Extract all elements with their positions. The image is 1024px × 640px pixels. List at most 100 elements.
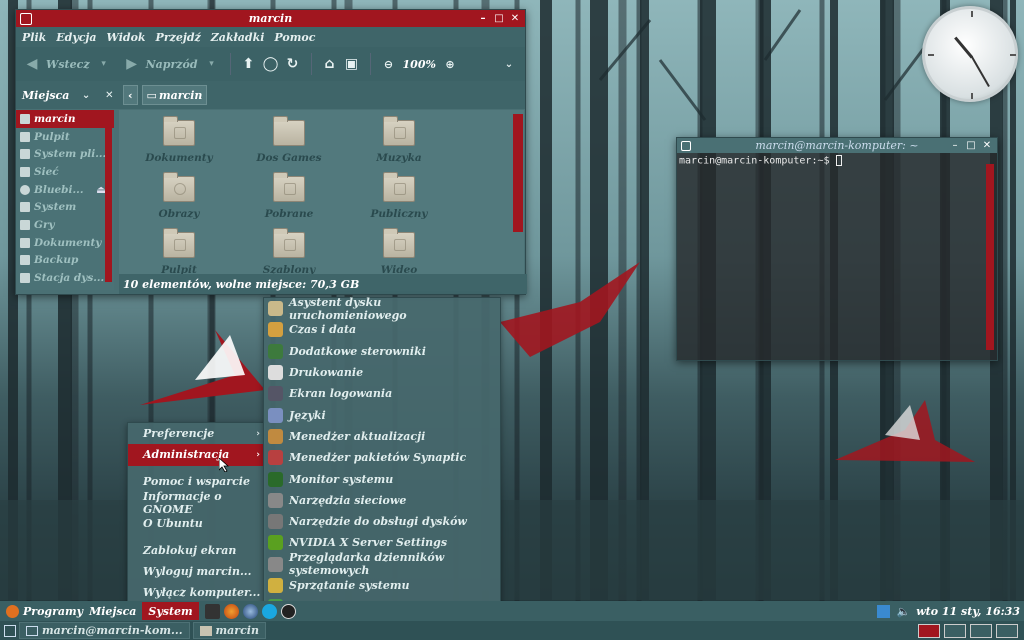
reload-icon[interactable]: ↻ — [285, 56, 301, 72]
folder-item[interactable]: Obrazy — [134, 172, 224, 220]
submenu-item[interactable]: Narzędzie do obsługi dysków — [264, 511, 500, 532]
folder-item[interactable]: Szablony — [244, 228, 334, 276]
sidebar-item-games[interactable]: Gry — [16, 216, 114, 234]
chevron-down-icon[interactable]: ▾ — [96, 56, 112, 72]
sidebar-scrollbar[interactable] — [105, 114, 112, 282]
sidebar-item-desktop[interactable]: Pulpit — [16, 128, 114, 146]
sidebar-item-backup[interactable]: Backup — [16, 252, 114, 270]
network-icon[interactable] — [877, 604, 891, 618]
folder-item[interactable]: Wideo — [354, 228, 444, 276]
maximize-icon[interactable]: □ — [964, 139, 978, 153]
menu-bookmarks[interactable]: Zakładki — [211, 31, 265, 44]
sidebar-item-bluebird[interactable]: Bluebi... ⏏ — [16, 181, 114, 199]
menu-item-administration[interactable]: Administracja › — [128, 444, 265, 466]
clock-widget[interactable] — [922, 6, 1018, 102]
submenu-item[interactable]: Dodatkowe sterowniki — [264, 341, 500, 362]
close-icon[interactable]: ✕ — [508, 12, 522, 26]
submenu-item[interactable]: Przeglądarka dzienników systemowych — [264, 551, 500, 577]
maximize-icon[interactable]: □ — [492, 12, 506, 26]
location-bar: Miejsca ⌄ ✕ ‹ ▭ marcin — [16, 81, 525, 109]
terminal-output[interactable]: marcin@marcin-komputer:~$ — [677, 153, 997, 169]
menu-item-about-ubuntu[interactable]: O Ubuntu — [128, 513, 265, 534]
zoom-out-icon[interactable]: ⊖ — [381, 56, 397, 72]
sidebar-item-system[interactable]: System — [16, 198, 114, 216]
submenu-item[interactable]: Monitor systemu — [264, 468, 500, 489]
applications-menu[interactable]: Programy — [6, 604, 83, 618]
computer-icon[interactable]: ▣ — [344, 56, 360, 72]
workspace-4[interactable] — [996, 623, 1018, 638]
folder-item[interactable]: Pulpit — [134, 228, 224, 276]
sidebar-item-floppy[interactable]: Stacja dys... — [16, 269, 114, 287]
menu-item-lock-screen[interactable]: Zablokuj ekran — [128, 539, 265, 560]
folder-item[interactable]: Dos Games — [244, 116, 334, 164]
folder-icon — [199, 625, 212, 636]
sidebar-item-filesystem[interactable]: System pli... — [16, 145, 114, 163]
system-menu-button[interactable]: System — [142, 602, 199, 620]
close-icon[interactable]: ✕ — [103, 87, 116, 103]
terminal-launcher-icon[interactable] — [204, 603, 220, 619]
system-menu: Preferencje › Administracja › Pomoc i wspa… — [127, 422, 266, 604]
menu-edit[interactable]: Edycja — [56, 31, 96, 44]
file-manager-titlebar[interactable]: marcin – □ ✕ — [16, 10, 525, 27]
panel-clock[interactable]: wto 11 sty, 16:33 — [916, 605, 1020, 618]
minimize-icon[interactable]: – — [476, 12, 490, 26]
breadcrumb-home-button[interactable]: ▭ marcin — [141, 85, 208, 105]
submenu-item[interactable]: Asystent dysku uruchomieniowego — [264, 296, 500, 322]
workspace-2[interactable] — [944, 623, 966, 638]
submenu-item[interactable]: Menedżer pakietów Synaptic — [264, 447, 500, 468]
task-terminal[interactable]: marcin@marcin-kom... — [19, 622, 190, 639]
submenu-item[interactable]: Sprzątanie systemu — [264, 575, 500, 596]
workspace-3[interactable] — [970, 623, 992, 638]
home-folder-icon[interactable]: ⌂ — [322, 56, 338, 72]
sidebar-item-documents[interactable]: Dokumenty — [16, 234, 114, 252]
app-icon — [268, 492, 283, 508]
zoom-in-icon[interactable]: ⊕ — [442, 56, 458, 72]
folder-item[interactable]: Pobrane — [244, 172, 334, 220]
forward-button[interactable]: Naprzód — [146, 58, 198, 71]
file-view-scrollbar[interactable] — [513, 114, 523, 232]
up-arrow-icon[interactable]: ⬆ — [241, 56, 257, 72]
folder-icon — [273, 116, 305, 146]
sidebar-item-marcin[interactable]: marcin — [16, 110, 114, 128]
places-menu[interactable]: Miejsca — [89, 605, 136, 618]
submenu-item[interactable]: Narzędzia sieciowe — [264, 490, 500, 511]
folder-item[interactable]: Muzyka — [354, 116, 444, 164]
sidebar-item-network[interactable]: Sieć — [16, 163, 114, 181]
menu-file[interactable]: Plik — [22, 31, 46, 44]
places-label[interactable]: Miejsca — [22, 89, 69, 102]
close-icon[interactable]: ✕ — [980, 139, 994, 153]
volume-icon[interactable]: 🔈 — [896, 605, 910, 618]
submenu-item[interactable]: Ekran logowania — [264, 383, 500, 404]
breadcrumb-back-button[interactable]: ‹ — [123, 85, 138, 105]
administration-submenu: Asystent dysku uruchomieniowego Czas i da… — [263, 296, 501, 640]
show-desktop-icon[interactable] — [4, 624, 16, 637]
thunderbird-launcher-icon[interactable] — [242, 603, 258, 619]
minimize-icon[interactable]: – — [948, 139, 962, 153]
terminal-scrollbar[interactable] — [986, 164, 994, 350]
chevron-down-icon[interactable]: ⌄ — [79, 87, 92, 103]
menu-help[interactable]: Pomoc — [274, 31, 315, 44]
documents-folder-icon — [163, 116, 195, 146]
chevron-down-icon[interactable]: ▾ — [204, 56, 220, 72]
menu-go[interactable]: Przejdź — [156, 31, 201, 44]
submenu-item[interactable]: Menedżer aktualizacji — [264, 426, 500, 447]
home-icon — [20, 113, 30, 124]
amazon-launcher-icon[interactable] — [280, 603, 296, 619]
folder-item[interactable]: Dokumenty — [134, 116, 224, 164]
task-file-manager[interactable]: marcin — [192, 622, 266, 639]
menu-item-about-gnome[interactable]: Informacje o GNOME — [128, 490, 265, 516]
submenu-item[interactable]: Czas i data — [264, 319, 500, 340]
menu-view[interactable]: Widok — [107, 31, 146, 44]
workspace-1[interactable] — [918, 623, 940, 638]
chevron-down-icon[interactable]: ⌄ — [501, 56, 517, 72]
back-button[interactable]: Wstecz — [46, 58, 90, 71]
menu-item-logout[interactable]: Wyloguj marcin... — [128, 561, 265, 582]
skype-launcher-icon[interactable] — [261, 603, 277, 619]
firefox-launcher-icon[interactable] — [223, 603, 239, 619]
menu-item-preferences[interactable]: Preferencje › — [128, 423, 265, 444]
submenu-item[interactable]: Drukowanie — [264, 362, 500, 383]
folder-item[interactable]: Publiczny — [354, 172, 444, 220]
terminal-titlebar[interactable]: marcin@marcin-komputer: ~ – □ ✕ — [677, 138, 997, 153]
submenu-item[interactable]: Języki — [264, 404, 500, 425]
stop-icon[interactable]: ◯ — [263, 56, 279, 72]
